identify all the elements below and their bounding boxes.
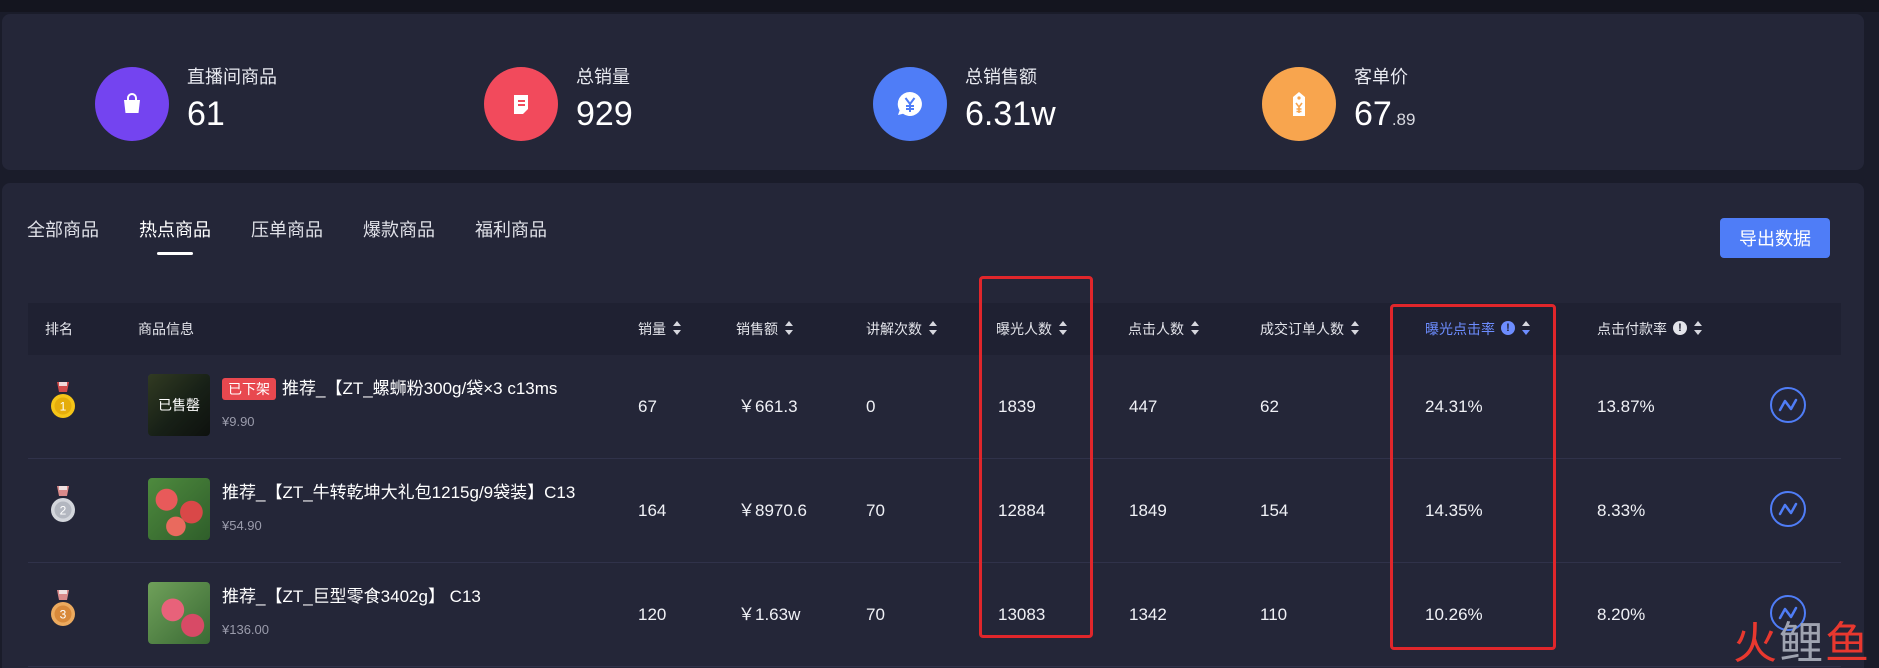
stat-total-sales: 总销量 929 [484, 66, 633, 142]
sort-icon[interactable] [1351, 321, 1360, 336]
shopping-bag-icon [95, 67, 169, 141]
table-row: 3 推荐_【ZT_巨型零食3402g】 C13 ¥136.00 120 ￥1.6… [28, 563, 1841, 667]
product-thumbnail[interactable]: 已售罄 [148, 374, 210, 436]
stat-label: 总销售额 [965, 67, 1037, 87]
cell-revenue: ￥661.3 [738, 397, 798, 416]
stat-value: 6.31w [965, 95, 1056, 133]
cell-cvr: 8.33% [1597, 501, 1646, 520]
col-orders[interactable]: 成交订单人数 [1260, 303, 1360, 355]
cell-clicks: 1342 [1129, 605, 1167, 624]
exposure-highlight-box [979, 276, 1093, 638]
gold-medal-icon: 1 [51, 382, 75, 418]
trend-chart-button[interactable] [1770, 491, 1806, 527]
silver-medal-icon: 2 [51, 486, 75, 522]
stat-value: 67.89 [1354, 95, 1416, 133]
col-sales[interactable]: 销量 [638, 303, 682, 355]
tab-welfare-products[interactable]: 福利商品 [475, 219, 547, 241]
stat-total-revenue: 总销售额 6.31w [873, 66, 1056, 142]
sort-icon[interactable] [1191, 321, 1200, 336]
info-icon[interactable]: ! [1673, 321, 1687, 336]
ctr-highlight-box [1390, 304, 1556, 650]
product-price: ¥54.90 [222, 518, 262, 533]
cell-cvr: 13.87% [1597, 397, 1655, 416]
stat-avg-price: 客单价 67.89 [1262, 66, 1415, 142]
product-tabs: 全部商品 热点商品 压单商品 爆款商品 福利商品 [27, 219, 587, 241]
cell-orders: 154 [1260, 501, 1289, 520]
product-thumbnail[interactable] [148, 478, 210, 540]
product-name[interactable]: 已下架 推荐_【ZT_螺蛳粉300g/袋×3 c13ms [222, 377, 557, 401]
cell-revenue: ￥1.63w [738, 605, 801, 624]
svg-text:1: 1 [60, 400, 67, 414]
cell-clicks: 447 [1129, 397, 1158, 416]
watermark-logo: 火鲤鱼 [1733, 619, 1871, 668]
table-header: 排名 商品信息 销量 销售额 讲解次数 曝光人数 点击人数 成交订单人数 曝光点… [28, 303, 1841, 355]
product-name[interactable]: 推荐_【ZT_巨型零食3402g】 C13 [222, 585, 481, 609]
stat-value: 61 [187, 95, 225, 133]
tab-hot-products[interactable]: 热点商品 [139, 219, 211, 241]
col-clicks[interactable]: 点击人数 [1128, 303, 1200, 355]
stat-label: 客单价 [1354, 67, 1408, 87]
cell-orders: 62 [1260, 397, 1279, 416]
stat-label: 直播间商品 [187, 67, 277, 87]
svg-text:2: 2 [60, 504, 67, 518]
cell-sales: 120 [638, 605, 667, 624]
cell-sales: 164 [638, 501, 667, 520]
cell-revenue: ￥8970.6 [738, 501, 807, 520]
yuan-chat-icon [873, 67, 947, 141]
trend-chart-button[interactable] [1770, 387, 1806, 423]
cell-explains: 70 [866, 605, 885, 624]
col-product: 商品信息 [138, 321, 194, 337]
stat-products: 直播间商品 61 [95, 66, 277, 142]
tab-bestseller-products[interactable]: 爆款商品 [363, 219, 435, 241]
sort-icon[interactable] [929, 321, 938, 336]
product-thumbnail[interactable] [148, 582, 210, 644]
sort-icon[interactable] [785, 321, 794, 336]
top-bar [0, 0, 1879, 12]
cell-sales: 67 [638, 397, 657, 416]
product-name[interactable]: 推荐_【ZT_牛转乾坤大礼包1215g/9袋装】C13 [222, 481, 575, 505]
cell-orders: 110 [1260, 605, 1288, 624]
cell-clicks: 1849 [1129, 501, 1167, 520]
product-table-card: 全部商品 热点商品 压单商品 爆款商品 福利商品 导出数据 排名 商品信息 销量… [2, 183, 1864, 668]
col-revenue[interactable]: 销售额 [736, 303, 794, 355]
table-row: 2 推荐_【ZT_牛转乾坤大礼包1215g/9袋装】C13 ¥54.90 164… [28, 459, 1841, 563]
tab-all-products[interactable]: 全部商品 [27, 219, 99, 241]
trend-icon [1778, 606, 1798, 620]
cell-explains: 0 [866, 397, 876, 416]
bronze-medal-icon: 3 [51, 590, 75, 626]
stat-value: 929 [576, 95, 633, 133]
trend-icon [1778, 502, 1798, 516]
svg-text:3: 3 [60, 608, 67, 622]
sort-icon[interactable] [1694, 321, 1703, 336]
table-row: 1 已售罄 已下架 推荐_【ZT_螺蛳粉300g/袋×3 c13ms ¥9.90 … [28, 355, 1841, 459]
sold-out-overlay: 已售罄 [148, 374, 210, 436]
trend-icon [1778, 398, 1798, 412]
col-cvr[interactable]: 点击付款率! [1597, 303, 1703, 355]
tab-backlog-products[interactable]: 压单商品 [251, 219, 323, 241]
product-price: ¥136.00 [222, 622, 269, 637]
cell-explains: 70 [866, 501, 885, 520]
sort-icon[interactable] [673, 321, 682, 336]
stat-label: 总销量 [576, 67, 630, 87]
export-data-button[interactable]: 导出数据 [1720, 218, 1830, 258]
document-icon [484, 67, 558, 141]
delisted-tag: 已下架 [222, 378, 276, 400]
price-tag-icon [1262, 67, 1336, 141]
product-price: ¥9.90 [222, 414, 255, 429]
col-rank: 排名 [45, 321, 73, 337]
cell-cvr: 8.20% [1597, 605, 1646, 624]
col-explains[interactable]: 讲解次数 [866, 303, 938, 355]
stats-card: 直播间商品 61 总销量 929 总销售额 6.31w 客单价 67.89 [2, 14, 1864, 170]
